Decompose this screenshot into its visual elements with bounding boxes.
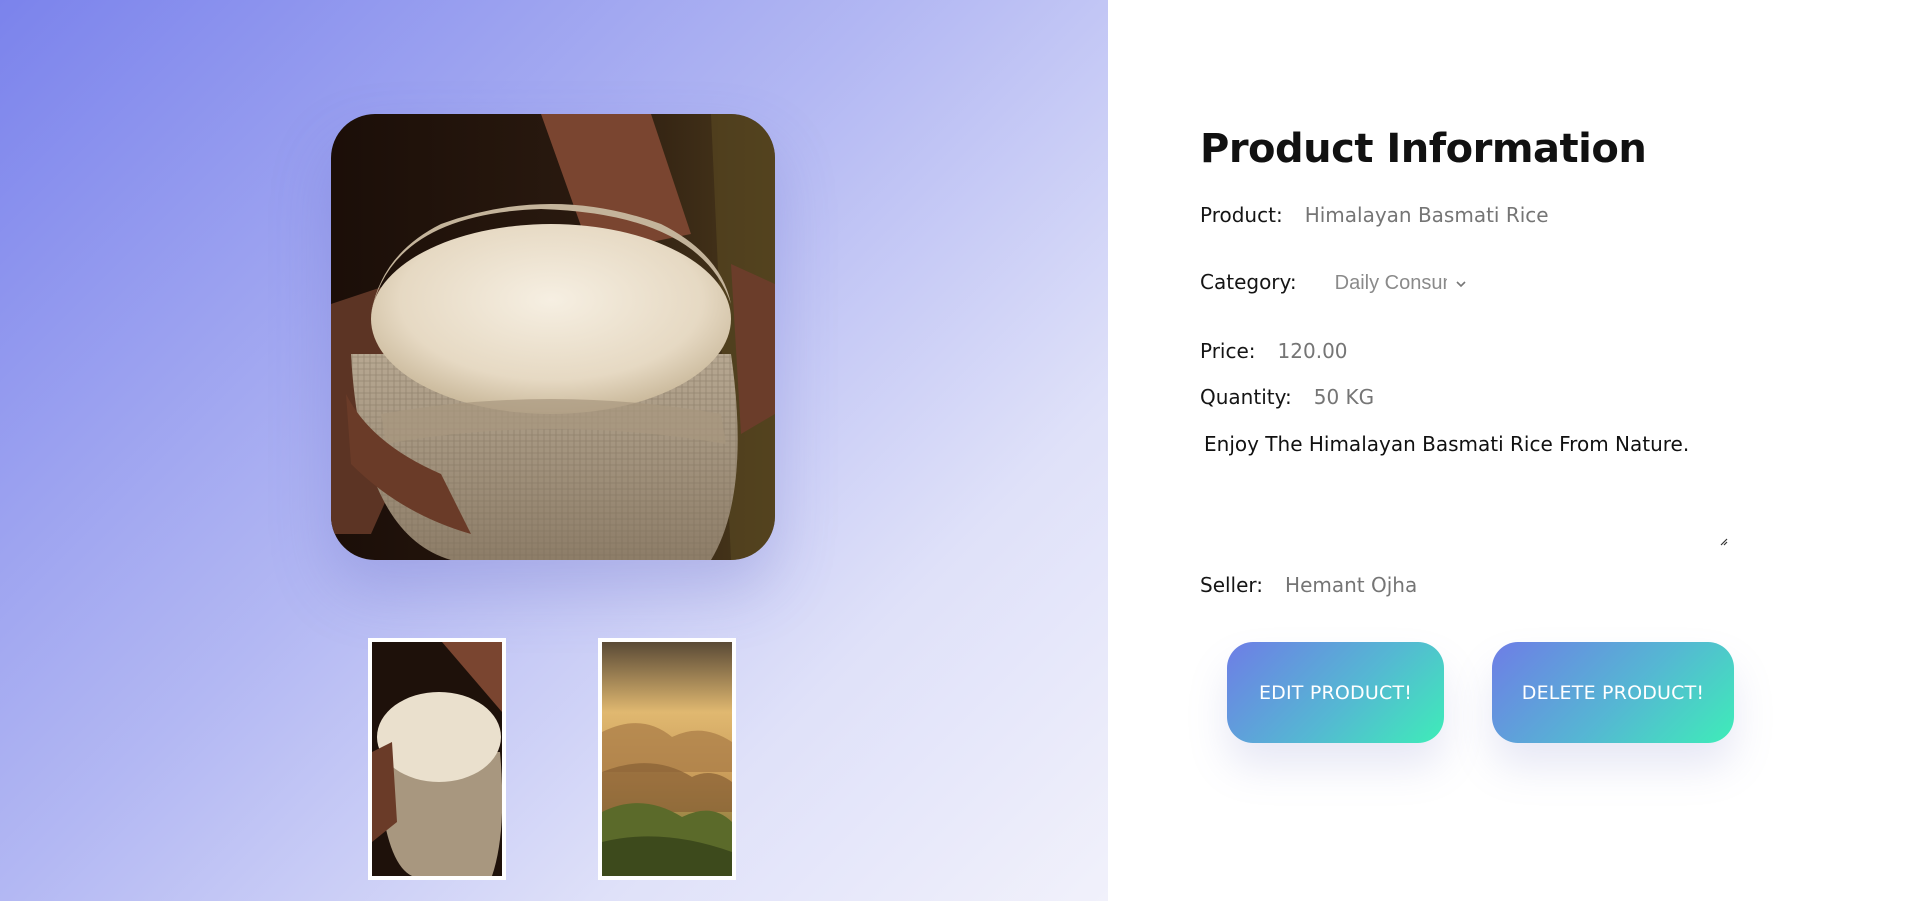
seller-label: Seller:	[1200, 573, 1264, 597]
quantity-value: 50 KG	[1313, 385, 1375, 409]
product-row: Product: Himalayan Basmati Rice	[1200, 203, 1549, 227]
resize-grip-icon[interactable]	[1716, 534, 1728, 546]
product-name-value: Himalayan Basmati Rice	[1304, 203, 1549, 227]
price-label: Price:	[1200, 339, 1256, 363]
mountain-landscape-thumbnail-icon	[602, 642, 732, 876]
page-title: Product Information	[1200, 126, 1647, 172]
chevron-down-icon	[1456, 280, 1466, 287]
category-label: Category:	[1200, 270, 1297, 294]
price-value: 120.00	[1277, 339, 1348, 363]
price-row: Price: 120.00	[1200, 339, 1348, 363]
main-product-image	[331, 114, 775, 560]
description-text: Enjoy The Himalayan Basmati Rice From Na…	[1204, 432, 1690, 456]
quantity-row: Quantity: 50 KG	[1200, 385, 1374, 409]
category-selected-value: Daily Consumable	[1334, 272, 1447, 294]
delete-product-button[interactable]: DELETE PRODUCT!	[1492, 642, 1734, 743]
thumbnail-rice[interactable]	[368, 638, 506, 880]
thumbnail-landscape[interactable]	[598, 638, 736, 880]
category-row: Category: Daily Consumable	[1200, 270, 1477, 295]
category-select[interactable]: Daily Consumable	[1335, 272, 1477, 295]
seller-value: Hemant Ojha	[1285, 573, 1418, 597]
seller-row: Seller: Hemant Ojha	[1200, 573, 1417, 597]
rice-sack-photo	[331, 114, 775, 560]
rice-sack-thumbnail-icon	[372, 642, 502, 876]
edit-product-button[interactable]: EDIT PRODUCT!	[1227, 642, 1444, 743]
product-label: Product:	[1200, 203, 1283, 227]
quantity-label: Quantity:	[1200, 385, 1292, 409]
description-textarea[interactable]: Enjoy The Himalayan Basmati Rice From Na…	[1200, 428, 1730, 548]
